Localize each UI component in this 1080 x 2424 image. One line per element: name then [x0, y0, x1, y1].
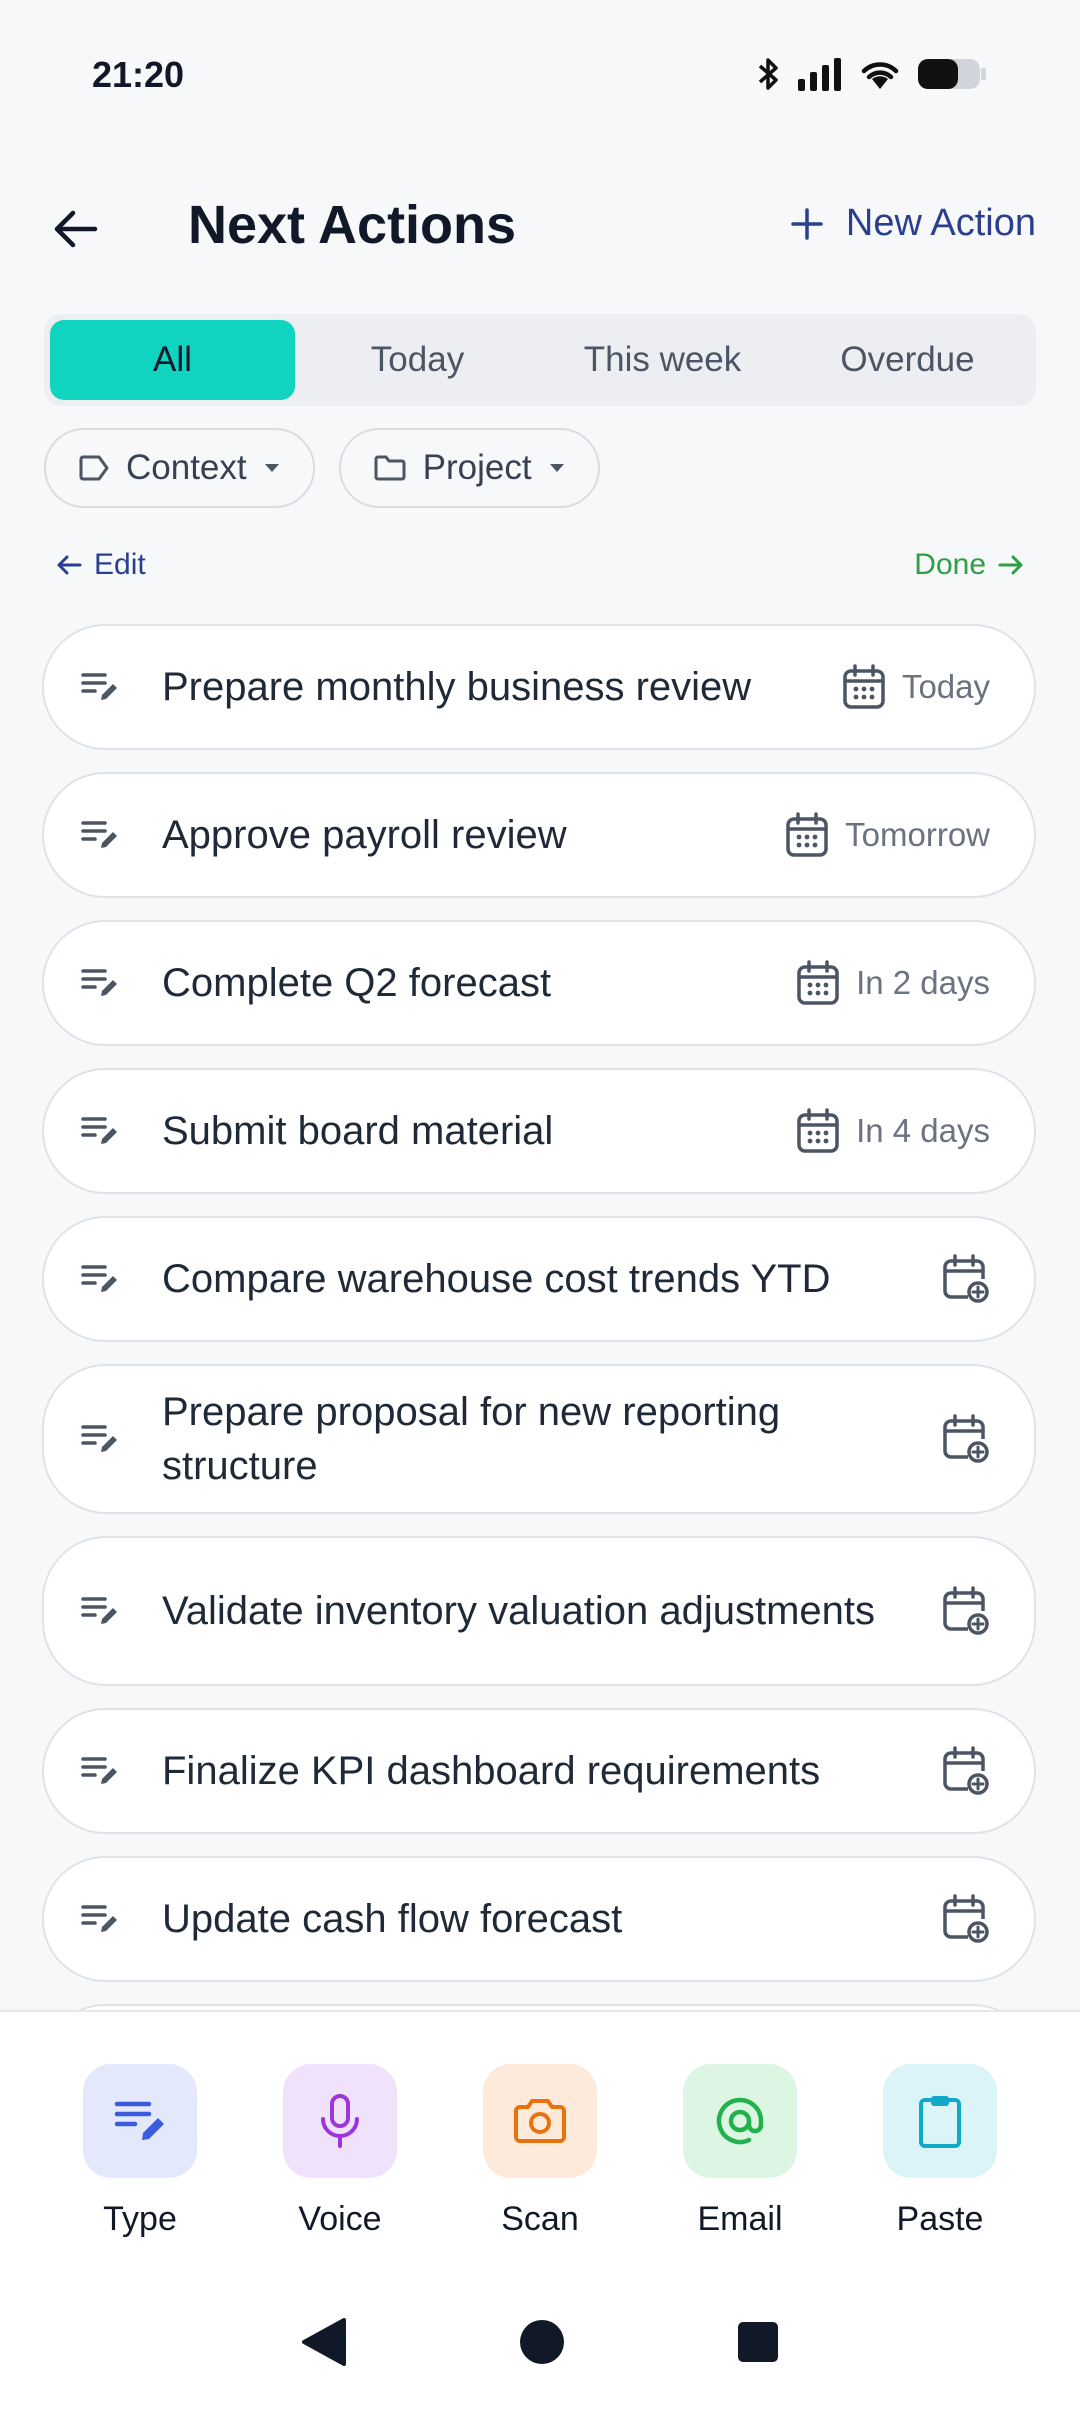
action-title: Compare warehouse cost trends YTD	[162, 1257, 831, 1301]
calendar-icon	[843, 664, 885, 709]
action-item[interactable]: Complete Q2 forecast In 2 days	[42, 920, 1036, 1046]
camera-icon	[514, 2099, 566, 2143]
microphone-icon	[321, 2094, 359, 2148]
nav-back-icon[interactable]	[300, 2316, 348, 2368]
capture-bar: Type Voice Scan Email Paste	[0, 2010, 1080, 2260]
add-due-date-button[interactable]	[942, 1414, 990, 1464]
calendar-add-icon	[943, 1414, 989, 1463]
action-title: Prepare monthly business review	[162, 665, 752, 709]
capture-scan-button[interactable]: Scan	[465, 2064, 615, 2260]
add-due-date-button[interactable]	[942, 1254, 990, 1304]
calendar-icon	[797, 1108, 839, 1153]
action-item[interactable]: Submit board material In 4 days	[42, 1068, 1036, 1194]
notes-edit-icon	[80, 1114, 128, 1148]
action-item[interactable]: Prepare proposal for new reporting struc…	[42, 1364, 1036, 1514]
calendar-icon	[797, 960, 839, 1005]
add-due-date-button[interactable]	[942, 1894, 990, 1944]
type-icon	[114, 2101, 164, 2140]
action-title: Update cash flow forecast	[162, 1897, 623, 1941]
calendar-add-icon	[943, 1254, 989, 1303]
notes-edit-icon	[80, 1902, 128, 1936]
notes-edit-icon	[80, 1754, 128, 1788]
notes-edit-icon	[80, 818, 128, 852]
notes-edit-icon	[80, 1594, 128, 1628]
add-due-date-button[interactable]	[942, 1586, 990, 1636]
notes-edit-icon	[80, 1262, 128, 1296]
action-title: Approve payroll review	[162, 813, 567, 857]
list-viewport: Prepare monthly business review Today Ap…	[0, 0, 1080, 2010]
calendar-add-icon	[943, 1746, 989, 1795]
due-label: In 4 days	[856, 1112, 990, 1149]
action-item[interactable]: Finalize KPI dashboard requirements	[42, 1708, 1036, 1834]
capture-email-button[interactable]: Email	[665, 2064, 815, 2260]
capture-paste-button[interactable]: Paste	[865, 2064, 1015, 2260]
due-date[interactable]: Tomorrow	[785, 812, 990, 858]
action-item[interactable]: Compare warehouse cost trends YTD	[42, 1216, 1036, 1342]
nav-recents-icon[interactable]	[736, 2320, 780, 2364]
capture-email-label: Email	[697, 2200, 783, 2238]
action-item[interactable]: Prepare monthly business review Today	[42, 624, 1036, 750]
capture-tile	[683, 2064, 797, 2178]
capture-tile	[283, 2064, 397, 2178]
system-nav-bar	[0, 2260, 1080, 2424]
action-title: Complete Q2 forecast	[162, 961, 552, 1005]
action-title: Submit board material	[162, 1109, 554, 1153]
capture-paste-label: Paste	[896, 2200, 984, 2238]
capture-tile	[883, 2064, 997, 2178]
notes-edit-icon	[80, 670, 128, 704]
action-title: Prepare proposal for new reporting struc…	[162, 1390, 781, 1488]
due-date[interactable]: In 2 days	[796, 960, 990, 1006]
capture-tile	[83, 2064, 197, 2178]
capture-type-button[interactable]: Type	[65, 2064, 215, 2260]
action-item[interactable]: Approve payroll review Tomorrow	[42, 772, 1036, 898]
capture-scan-label: Scan	[501, 2200, 579, 2238]
action-title: Validate inventory valuation adjustments	[162, 1589, 876, 1633]
capture-tile	[483, 2064, 597, 2178]
notes-edit-icon	[80, 1422, 128, 1456]
calendar-add-icon	[943, 1586, 989, 1635]
capture-voice-label: Voice	[298, 2200, 382, 2238]
due-date[interactable]: In 4 days	[796, 1108, 990, 1154]
action-item[interactable]: Validate inventory valuation adjustments	[42, 1536, 1036, 1686]
clipboard-icon	[919, 2096, 961, 2148]
action-title: Finalize KPI dashboard requirements	[162, 1749, 821, 1793]
action-item[interactable]: Update cash flow forecast	[42, 1856, 1036, 1982]
notes-edit-icon	[80, 966, 128, 1000]
calendar-icon	[786, 812, 828, 857]
due-label: Today	[901, 668, 990, 705]
at-sign-icon	[716, 2097, 764, 2145]
due-date[interactable]: Today	[842, 664, 990, 710]
capture-voice-button[interactable]: Voice	[265, 2064, 415, 2260]
calendar-add-icon	[943, 1894, 989, 1943]
due-label: Tomorrow	[845, 816, 990, 853]
due-label: In 2 days	[856, 964, 990, 1001]
action-list: Prepare monthly business review Today Ap…	[42, 624, 1036, 2010]
add-due-date-button[interactable]	[942, 1746, 990, 1796]
nav-home-icon[interactable]	[518, 2318, 566, 2366]
capture-type-label: Type	[103, 2200, 177, 2238]
